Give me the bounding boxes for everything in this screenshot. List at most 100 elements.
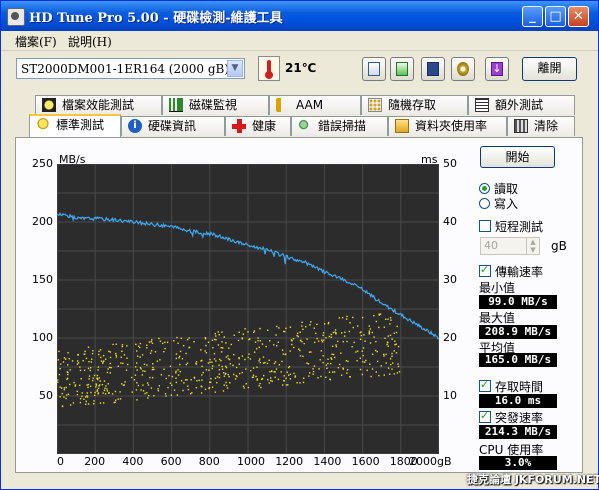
short-test-checkbox[interactable] <box>479 220 491 232</box>
window-title: HD Tune Pro 5.00 - 硬碟檢測-維護工具 <box>29 11 283 26</box>
menu-file[interactable]: 檔案(F) <box>15 33 57 50</box>
access-time-point <box>200 360 202 362</box>
menu-help[interactable]: 說明(H) <box>68 33 112 50</box>
read-radio[interactable] <box>479 183 490 194</box>
access-time-point <box>168 374 170 377</box>
tab-file-benchmark[interactable]: 檔案效能測試 <box>35 95 162 115</box>
access-time-point <box>365 359 367 362</box>
access-time-point <box>310 321 312 323</box>
access-time-point <box>213 352 216 355</box>
tab-folder-usage[interactable]: 資料夾使用率 <box>388 116 507 136</box>
access-time-point <box>229 382 231 384</box>
access-time-point <box>151 342 154 344</box>
copy-info-button[interactable] <box>362 57 386 81</box>
short-test-size-stepper[interactable]: 40 ▲ ▼ <box>480 237 540 255</box>
access-time-point <box>346 372 348 374</box>
access-time-point <box>318 368 320 370</box>
tab-disk-monitor[interactable]: 磁碟監視 <box>162 95 269 115</box>
access-time-point <box>159 340 162 342</box>
access-time-point <box>200 385 202 388</box>
access-time-point <box>61 405 64 407</box>
tab-erase[interactable]: 清除 <box>507 116 575 136</box>
chevron-down-icon[interactable]: ▼ <box>227 60 243 77</box>
tab-random-access[interactable]: 隨機存取 <box>361 95 468 115</box>
access-time-point <box>234 378 237 380</box>
access-time-point <box>185 352 187 355</box>
access-time-point <box>325 337 327 339</box>
access-time-point <box>361 316 364 319</box>
max-value: 208.9 MB/s <box>479 325 557 339</box>
x-tick-label: 1200 <box>275 455 304 468</box>
access-time-point <box>147 394 150 397</box>
title-bar[interactable]: HD Tune Pro 5.00 - 硬碟檢測-維護工具 _ □ ✕ <box>1 1 598 31</box>
access-time-point <box>230 343 233 346</box>
exit-button[interactable]: 離開 <box>522 57 577 81</box>
access-time-point <box>59 386 61 388</box>
start-button[interactable]: 開始 <box>480 146 555 168</box>
access-time-point <box>267 329 269 331</box>
access-time-point <box>333 356 336 359</box>
tab-extra-tests[interactable]: 額外測試 <box>468 95 575 115</box>
settings-button[interactable] <box>451 57 475 81</box>
stepper-arrows-icon[interactable]: ▲ ▼ <box>526 238 539 254</box>
access-time-point <box>88 375 91 377</box>
access-time-point <box>313 341 316 344</box>
access-time-point <box>215 360 217 362</box>
access-time-point <box>312 370 315 373</box>
access-time-point <box>96 374 99 377</box>
drive-select-value: ST2000DM001-1ER164 (2000 gB) <box>21 62 229 76</box>
access-time-point <box>196 380 198 382</box>
access-time-point <box>115 343 117 345</box>
tab-drive-info[interactable]: i 硬碟資訊 <box>121 116 225 136</box>
burst-rate-checkbox[interactable] <box>479 409 491 423</box>
access-time-point <box>58 373 61 376</box>
access-time-point <box>383 326 386 328</box>
access-time-point <box>299 349 301 352</box>
burst-rate-value: 214.3 MB/s <box>479 425 557 439</box>
minimize-button[interactable]: _ <box>522 6 543 27</box>
access-time-point <box>325 364 328 366</box>
tab-benchmark[interactable]: 標準測試 <box>29 114 121 137</box>
access-time-point <box>334 329 337 331</box>
drive-select[interactable]: ST2000DM001-1ER164 (2000 gB) ▼ <box>16 58 245 79</box>
min-label: 最小值 <box>479 281 516 295</box>
tab-error-scan[interactable]: 錯誤掃描 <box>291 116 388 136</box>
tab-aam[interactable]: AAM <box>269 95 361 115</box>
access-time-point <box>81 392 83 394</box>
access-time-point <box>94 391 96 394</box>
transfer-rate-checkbox[interactable] <box>479 263 491 277</box>
right-tick-label: 30 <box>443 273 457 286</box>
access-time-point <box>218 369 221 371</box>
access-time-point <box>103 389 106 392</box>
access-time-point <box>195 386 198 389</box>
write-radio[interactable] <box>479 198 490 209</box>
access-time-point <box>188 337 190 339</box>
right-tick-label: 20 <box>443 331 457 344</box>
access-time-point <box>98 385 100 387</box>
close-button[interactable]: ✕ <box>568 6 589 27</box>
access-time-point <box>59 396 61 398</box>
access-time-point <box>393 332 396 334</box>
access-time-point <box>125 369 128 371</box>
copy-screen-button[interactable] <box>390 57 414 81</box>
access-time-point <box>201 379 203 381</box>
access-time-point <box>89 385 92 388</box>
maximize-button[interactable]: □ <box>545 6 566 27</box>
access-time-point <box>59 367 61 370</box>
access-time-point <box>65 397 67 400</box>
tab-health[interactable]: 健康 <box>225 116 291 136</box>
access-time-point <box>63 396 65 398</box>
access-time-point <box>121 345 124 348</box>
access-time-point <box>92 350 94 352</box>
access-time-point <box>316 323 318 326</box>
access-time-point <box>285 327 287 330</box>
download-button[interactable]: ↓ <box>485 57 509 81</box>
access-time-point <box>218 373 221 375</box>
access-time-point <box>109 351 112 353</box>
trash-icon <box>514 119 528 133</box>
access-time-checkbox[interactable] <box>479 378 491 392</box>
burst-rate-label: 突發速率 <box>495 411 544 425</box>
access-time-point <box>355 351 357 353</box>
access-time-point <box>214 391 217 393</box>
save-button[interactable] <box>421 57 445 81</box>
